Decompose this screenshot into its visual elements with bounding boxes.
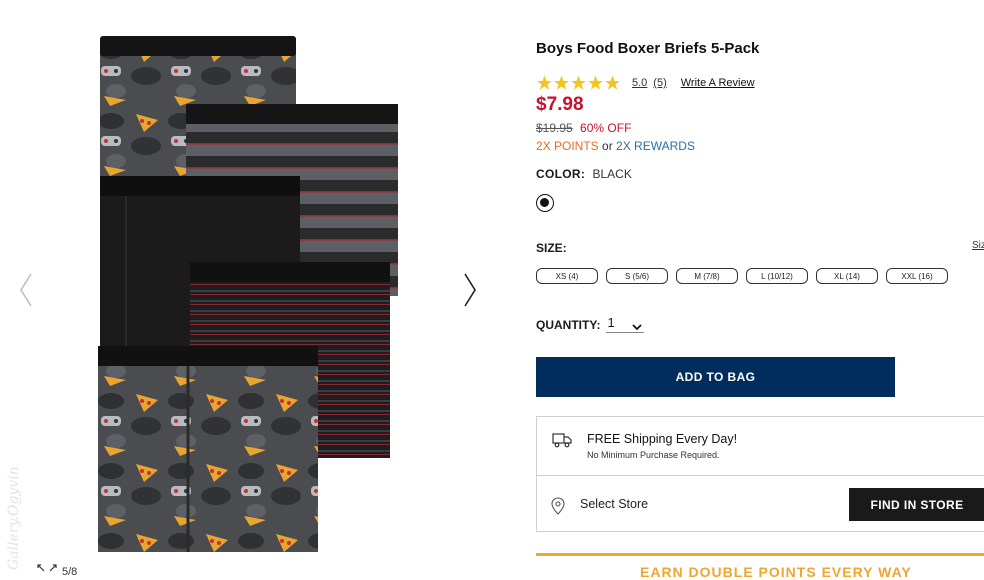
find-in-store-button[interactable]: FIND IN STORE (849, 488, 984, 521)
shipping-subtitle: No Minimum Purchase Required. (587, 450, 720, 460)
promo-banner: EARN DOUBLE POINTS EVERY WAY (640, 564, 912, 580)
points-row: 2X POINTS or 2X REWARDS (536, 139, 695, 153)
size-options: XS (4) S (5/6) M (7/8) L (10/12) XL (14)… (536, 268, 948, 284)
rating-count-link[interactable]: (5) (653, 77, 666, 89)
watermark: Gallery.Ogyvin (6, 440, 28, 570)
product-image[interactable] (96, 36, 408, 554)
size-option[interactable]: M (7/8) (676, 268, 738, 284)
size-option[interactable]: L (10/12) (746, 268, 808, 284)
chevron-left-icon[interactable] (18, 272, 34, 313)
rating-value-link[interactable]: 5.0 (632, 77, 647, 89)
size-option[interactable]: XL (14) (816, 268, 878, 284)
color-swatch-black[interactable] (536, 194, 554, 212)
expand-icon[interactable] (36, 562, 58, 580)
sale-price: $7.98 (536, 94, 584, 115)
size-chart-link[interactable]: Size (972, 240, 984, 251)
watermark-text: Gallery.Ogyvin (6, 466, 22, 570)
color-row: COLOR: BLACK (536, 167, 632, 181)
was-price: $19.95 (536, 121, 573, 135)
price-comparison: $19.95 60% OFF (536, 121, 631, 135)
location-pin-icon (551, 497, 565, 520)
swatch-fill (540, 198, 549, 207)
shipping-title: FREE Shipping Every Day! (587, 432, 738, 446)
image-counter: 5/8 (62, 566, 78, 578)
size-label: SIZE: (536, 241, 567, 255)
star-icon (554, 75, 569, 90)
chevron-right-icon[interactable] (462, 272, 478, 313)
star-icon (588, 75, 603, 90)
add-to-bag-button[interactable]: ADD TO BAG (536, 357, 895, 397)
rewards-text: 2X REWARDS (616, 139, 695, 153)
store-row: Select Store FIND IN STORE (537, 475, 984, 533)
fulfillment-box: FREE Shipping Every Day! No Minimum Purc… (536, 416, 984, 532)
star-icon (605, 75, 620, 90)
color-value: BLACK (592, 167, 632, 181)
write-review-link[interactable]: Write A Review (681, 77, 755, 89)
star-icon (571, 75, 586, 90)
rating-stars[interactable] (536, 75, 621, 91)
quantity-select[interactable]: 1 (606, 315, 645, 334)
rating-row: 5.0 (5) Write A Review (536, 74, 755, 92)
promo-divider (536, 553, 984, 556)
product-info: Boys Food Boxer Briefs 5-Pack 5.0 (5) Wr… (536, 0, 984, 580)
product-title: Boys Food Boxer Briefs 5-Pack (536, 40, 760, 57)
shipping-row: FREE Shipping Every Day! No Minimum Purc… (537, 417, 984, 476)
truck-icon (552, 432, 572, 453)
chevron-down-icon (632, 319, 643, 334)
discount-badge: 60% OFF (580, 121, 632, 135)
size-option[interactable]: XS (4) (536, 268, 598, 284)
points-or: or (602, 139, 613, 153)
size-option[interactable]: S (5/6) (606, 268, 668, 284)
size-option[interactable]: XXL (16) (886, 268, 948, 284)
select-store-link[interactable]: Select Store (580, 497, 648, 511)
quantity-row: QUANTITY: 1 (536, 315, 645, 334)
star-icon (537, 75, 552, 90)
color-label: COLOR: (536, 167, 586, 181)
points-text: 2X POINTS (536, 139, 599, 153)
quantity-value: 1 (607, 315, 615, 330)
product-gallery: 5/8 Gallery.Ogyvin (0, 0, 510, 578)
quantity-label: QUANTITY: (536, 317, 601, 332)
